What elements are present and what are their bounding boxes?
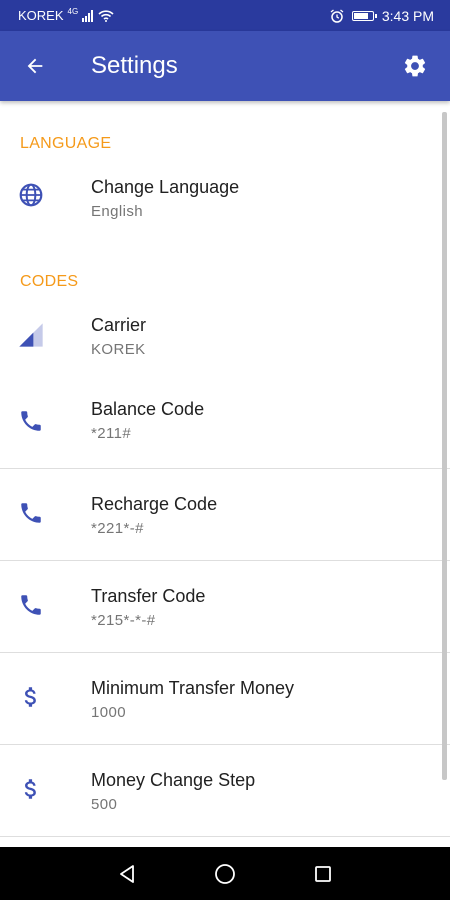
item-value: *221*-# xyxy=(91,520,144,537)
wifi-icon xyxy=(98,9,114,22)
page-title: Settings xyxy=(91,52,178,79)
item-value: 500 xyxy=(91,796,118,813)
signal-icon xyxy=(82,9,94,22)
item-title: Money Change Step xyxy=(91,770,256,790)
item-title: Change Language xyxy=(91,177,240,197)
carrier-name: KOREK xyxy=(18,8,64,23)
item-value: *215*-*-# xyxy=(91,612,156,629)
phone-icon xyxy=(17,407,45,435)
item-title: Carrier xyxy=(91,315,147,335)
list-item-transfer-code[interactable]: Transfer Code *215*-*-# xyxy=(0,561,450,653)
item-title: Recharge Code xyxy=(91,494,218,514)
list-item-money-change-step[interactable]: Money Change Step 500 xyxy=(0,745,450,837)
nav-back-button[interactable] xyxy=(110,857,144,891)
recents-square-icon xyxy=(315,865,331,882)
signal-icon xyxy=(17,321,45,349)
back-triangle-icon xyxy=(120,864,134,883)
battery-icon xyxy=(351,10,377,21)
list-item-carrier[interactable]: Carrier KOREK xyxy=(0,303,450,379)
section-header-codes: CODES xyxy=(20,273,79,290)
status-left: KOREK 4G xyxy=(0,7,114,23)
dollar-icon xyxy=(17,683,45,711)
status-time: 3:43 PM xyxy=(381,7,434,24)
network-type: 4G xyxy=(67,7,79,16)
item-value: 1000 xyxy=(91,704,126,721)
settings-list: LANGUAGE Change Language English CODES C… xyxy=(0,101,450,847)
dollar-icon xyxy=(17,775,45,803)
list-item-minimum-transfer-money[interactable]: Minimum Transfer Money 1000 xyxy=(0,653,450,745)
nav-recents-button[interactable] xyxy=(306,857,340,891)
home-circle-icon xyxy=(215,863,235,884)
item-value: KOREK xyxy=(91,341,146,358)
nav-home-button[interactable] xyxy=(208,857,242,891)
settings-button[interactable] xyxy=(396,47,434,85)
list-item-balance-code[interactable]: Balance Code *211# xyxy=(0,379,450,469)
item-title: Balance Code xyxy=(91,399,205,419)
app-bar: Settings xyxy=(0,31,450,101)
back-button[interactable] xyxy=(16,47,54,85)
list-item-change-language[interactable]: Change Language English xyxy=(0,165,450,239)
section-header-language: LANGUAGE xyxy=(20,135,112,152)
arrow-back-icon xyxy=(27,58,43,74)
alarm-icon xyxy=(330,8,344,23)
scrollbar[interactable] xyxy=(442,112,447,780)
status-bar: KOREK 4G 3:43 PM xyxy=(0,0,450,31)
gear-icon xyxy=(404,55,426,77)
item-value: *211# xyxy=(91,425,132,442)
item-title: Transfer Code xyxy=(91,586,206,606)
system-nav-bar xyxy=(0,847,450,900)
item-title: Minimum Transfer Money xyxy=(91,678,295,698)
phone-icon xyxy=(17,591,45,619)
item-value: English xyxy=(91,203,143,220)
status-right: 3:43 PM xyxy=(330,8,450,24)
globe-icon xyxy=(17,181,45,209)
phone-icon xyxy=(17,499,45,527)
list-item-recharge-code[interactable]: Recharge Code *221*-# xyxy=(0,469,450,561)
